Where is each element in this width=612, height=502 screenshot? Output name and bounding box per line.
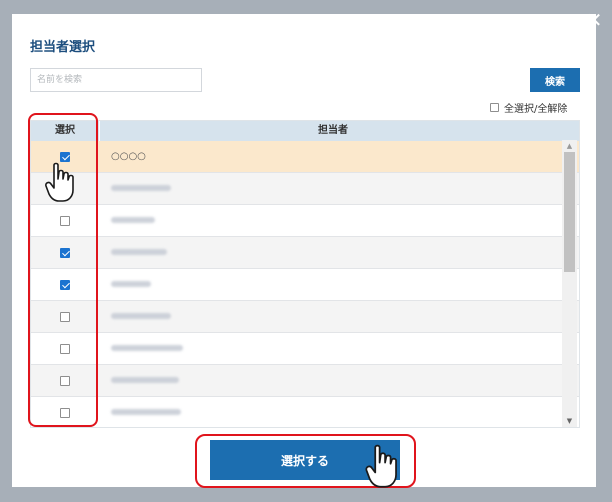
person-name: [111, 217, 155, 223]
table-row[interactable]: [31, 365, 579, 397]
row-checkbox-cell: [31, 215, 99, 226]
table-row[interactable]: [31, 205, 579, 237]
person-name-cell: [99, 311, 577, 322]
table-row[interactable]: ○○○○: [31, 141, 579, 173]
person-name-cell: [99, 183, 577, 194]
person-name: [111, 281, 151, 287]
select-person-dialog: 担当者選択 検索 全選択/全解除 選択 担当者 ○○○○ ▲ ▼ 選択する: [12, 14, 596, 487]
person-name: [111, 185, 171, 191]
row-checkbox[interactable]: [60, 183, 70, 194]
row-checkbox-cell: [31, 311, 99, 322]
table-body: ○○○○: [31, 141, 579, 427]
person-name: [111, 249, 167, 255]
arrow-up-icon[interactable]: ▲: [562, 140, 577, 152]
person-name-cell: [99, 279, 577, 290]
person-name: [111, 345, 183, 351]
person-table: 選択 担当者 ○○○○: [30, 120, 580, 428]
row-checkbox[interactable]: [60, 343, 70, 354]
row-checkbox[interactable]: [60, 375, 70, 386]
person-name: [111, 409, 181, 415]
row-checkbox[interactable]: [60, 151, 70, 162]
person-name: [111, 377, 179, 383]
row-checkbox-cell: [31, 247, 99, 258]
select-all-toggle[interactable]: 全選択/全解除: [490, 100, 567, 115]
scrollbar-thumb[interactable]: [564, 152, 575, 272]
select-submit-button[interactable]: 選択する: [210, 440, 400, 480]
table-row[interactable]: [31, 173, 579, 205]
person-name-cell: ○○○○: [99, 151, 577, 162]
row-checkbox[interactable]: [60, 215, 70, 226]
row-checkbox[interactable]: [60, 311, 70, 322]
dialog-title: 担当者選択: [30, 40, 96, 55]
row-checkbox[interactable]: [60, 407, 70, 418]
table-row[interactable]: [31, 269, 579, 301]
table-row[interactable]: [31, 301, 579, 333]
person-name-cell: [99, 375, 577, 386]
row-checkbox-cell: [31, 279, 99, 290]
column-header-person: 担当者: [318, 125, 348, 136]
row-checkbox-cell: [31, 407, 99, 418]
person-name-cell: [99, 215, 577, 226]
person-name-cell: [99, 407, 577, 418]
name-search-input[interactable]: [30, 68, 202, 92]
row-checkbox-cell: [31, 375, 99, 386]
person-name: [111, 313, 171, 319]
person-name-cell: [99, 247, 577, 258]
row-checkbox-cell: [31, 343, 99, 354]
select-all-label: 全選択/全解除: [504, 104, 568, 115]
row-checkbox-cell: [31, 151, 99, 162]
arrow-down-icon[interactable]: ▼: [562, 415, 577, 427]
table-row[interactable]: [31, 333, 579, 365]
search-button[interactable]: 検索: [530, 68, 580, 92]
select-all-checkbox[interactable]: [490, 103, 499, 112]
table-row[interactable]: [31, 397, 579, 427]
row-checkbox[interactable]: [60, 279, 70, 290]
table-header: 選択 担当者: [31, 121, 579, 141]
table-row[interactable]: [31, 237, 579, 269]
row-checkbox[interactable]: [60, 247, 70, 258]
person-name: ○○○○: [111, 151, 146, 162]
row-checkbox-cell: [31, 183, 99, 194]
table-scrollbar[interactable]: ▲ ▼: [562, 140, 577, 427]
column-header-select: 選択: [31, 121, 100, 141]
person-name-cell: [99, 343, 577, 354]
